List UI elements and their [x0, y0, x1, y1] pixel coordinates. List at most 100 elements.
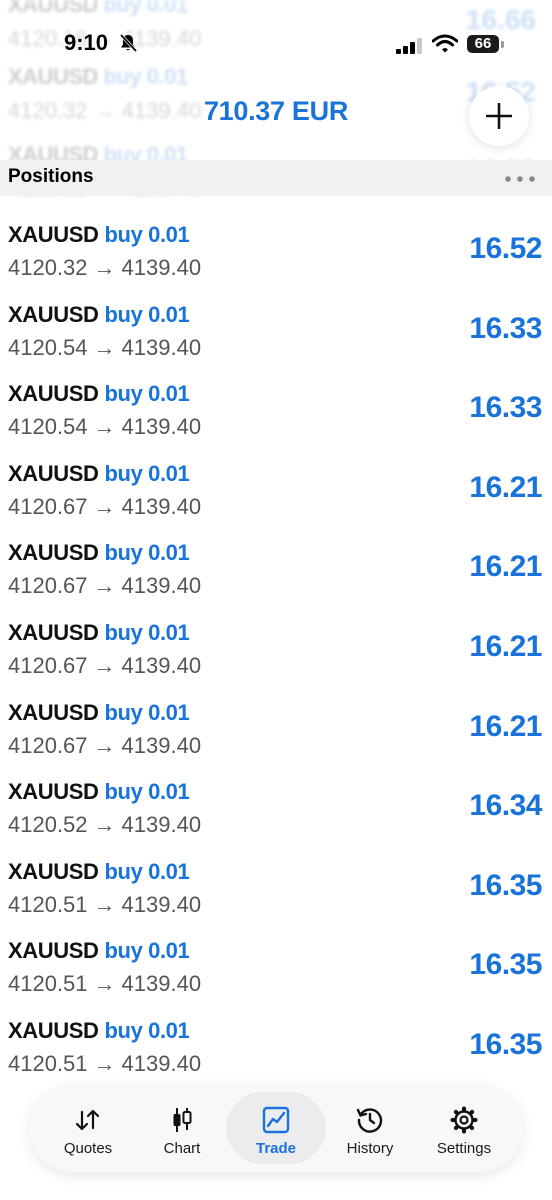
open-price: 4120.51: [8, 1050, 88, 1076]
arrow-right-icon: →: [93, 255, 116, 280]
position-symbol: XAUUSD: [8, 540, 99, 566]
plus-icon: [486, 103, 512, 129]
status-bar: 9:10 66: [0, 0, 552, 90]
open-price: 4120.67: [8, 573, 88, 599]
position-side: buy 0.01: [104, 858, 190, 884]
open-price: 4120.51: [8, 971, 88, 997]
open-price: 4120.67: [8, 493, 88, 519]
position-row[interactable]: XAUUSD buy 0.01 4120.54 → 4139.40 16.33: [0, 278, 552, 360]
position-profit: 16.35: [469, 1027, 542, 1061]
position-side: buy 0.01: [104, 1017, 190, 1043]
position-side: buy 0.01: [104, 381, 190, 407]
arrow-right-icon: →: [93, 732, 116, 758]
wifi-icon: [432, 34, 458, 53]
position-profit: 16.33: [469, 391, 542, 425]
tab-quotes[interactable]: Quotes: [38, 1092, 138, 1164]
tab-label: Trade: [255, 1140, 297, 1157]
battery-icon: 66: [467, 35, 505, 55]
position-profit: 16.35: [469, 868, 542, 902]
position-row[interactable]: XAUUSD buy 0.01 4120.51 → 4139.40 16.35: [0, 835, 552, 917]
position-row[interactable]: XAUUSD buy 0.01 4120.51 → 4139.40 16.35: [0, 994, 552, 1076]
position-profit: 16.21: [469, 470, 542, 504]
position-profit: 16.34: [469, 789, 542, 823]
arrow-right-icon: →: [93, 573, 116, 599]
current-price: 4139.40: [121, 573, 202, 599]
position-profit: 16.21: [469, 709, 542, 743]
more-options-icon[interactable]: [504, 176, 536, 182]
cellular-signal-icon: [396, 38, 422, 54]
current-price: 4139.40: [121, 414, 202, 440]
arrow-right-icon: →: [93, 812, 116, 838]
bottom-tab-bar: Quotes Chart Trade History Settings: [30, 1086, 522, 1172]
positions-section-header: Positions: [0, 160, 552, 196]
current-price: 4139.40: [121, 732, 202, 758]
position-profit: 16.35: [469, 948, 542, 982]
position-row[interactable]: XAUUSD buy 0.01 4120.67 → 4139.40 16.21: [0, 437, 552, 519]
arrow-right-icon: →: [93, 414, 116, 440]
candlestick-icon: [173, 1108, 192, 1132]
position-row[interactable]: XAUUSD buy 0.01 4120.54 → 4139.40 16.33: [0, 357, 552, 440]
position-row[interactable]: XAUUSD buy 0.01 4120.67 → 4139.40 16.21: [0, 676, 552, 758]
arrow-right-icon: →: [93, 971, 116, 997]
arrow-right-icon: →: [93, 652, 116, 678]
current-price: 4139.40: [121, 334, 202, 360]
position-symbol: XAUUSD: [8, 619, 99, 645]
position-symbol: XAUUSD: [8, 1017, 99, 1043]
gear-icon: [450, 1106, 478, 1134]
open-price: 4120.67: [8, 652, 88, 678]
position-row[interactable]: XAUUSD buy 0.01 4120.51 → 4139.40 16.35: [0, 914, 552, 997]
open-price: 4120.51: [8, 891, 88, 917]
position-side: buy 0.01: [104, 699, 190, 725]
position-row[interactable]: XAUUSD buy 0.01 4120.32 → 4139.40 16.52: [0, 198, 552, 280]
current-price: 4139.40: [121, 652, 202, 678]
open-price: 4120.52: [8, 812, 88, 838]
tab-label: Settings: [436, 1140, 492, 1157]
battery-level: 66: [467, 35, 499, 53]
open-price: 4120.32: [8, 255, 88, 280]
arrow-right-icon: →: [93, 334, 116, 360]
position-side: buy 0.01: [104, 779, 190, 805]
status-time: 9:10: [64, 30, 109, 55]
position-symbol: XAUUSD: [8, 858, 99, 884]
position-profit: 16.21: [469, 629, 542, 663]
arrow-right-icon: →: [93, 493, 116, 519]
current-price: 4139.40: [121, 891, 202, 917]
trade-chart-icon: [262, 1106, 290, 1134]
position-side: buy 0.01: [104, 460, 190, 486]
bell-muted-icon: [119, 33, 138, 53]
position-side: buy 0.01: [104, 301, 190, 327]
arrow-right-icon: →: [93, 1050, 116, 1076]
open-price: 4120.67: [8, 732, 88, 758]
position-symbol: XAUUSD: [8, 381, 99, 407]
current-price: 4139.40: [121, 812, 202, 838]
sort-arrows-icon: [75, 1109, 100, 1131]
tab-label: History: [346, 1140, 394, 1157]
position-row[interactable]: XAUUSD buy 0.01 4120.67 → 4139.40 16.21: [0, 596, 552, 678]
tab-settings[interactable]: Settings: [414, 1092, 514, 1164]
position-symbol: XAUUSD: [8, 779, 99, 805]
position-profit: 16.21: [469, 550, 542, 584]
position-symbol: XAUUSD: [8, 222, 99, 247]
position-row[interactable]: XAUUSD buy 0.01 4120.67 → 4139.40 16.21: [0, 516, 552, 599]
position-symbol: XAUUSD: [8, 460, 99, 486]
current-price: 4139.40: [121, 493, 202, 519]
open-price: 4120.54: [8, 334, 88, 360]
position-side: buy 0.01: [104, 938, 190, 964]
position-row[interactable]: XAUUSD buy 0.01 4120.52 → 4139.40 16.34: [0, 755, 552, 838]
current-price: 4139.40: [121, 255, 202, 280]
positions-list: XAUUSD buy 0.01 4120.32 → 4139.40 16.52 XAU…: [0, 198, 552, 1076]
tab-chart[interactable]: Chart: [132, 1092, 232, 1164]
history-clock-icon: [356, 1108, 383, 1133]
current-price: 4139.40: [121, 971, 202, 997]
section-title: Positions: [8, 166, 94, 187]
tab-history[interactable]: History: [320, 1092, 420, 1164]
open-price: 4120.54: [8, 414, 88, 440]
position-symbol: XAUUSD: [8, 699, 99, 725]
add-order-button[interactable]: [469, 86, 529, 146]
position-profit: 16.52: [469, 232, 542, 265]
position-symbol: XAUUSD: [8, 938, 99, 964]
arrow-right-icon: →: [93, 891, 116, 917]
tab-trade[interactable]: Trade: [226, 1092, 326, 1164]
position-side: buy 0.01: [104, 540, 190, 566]
position-side: buy 0.01: [104, 222, 190, 247]
